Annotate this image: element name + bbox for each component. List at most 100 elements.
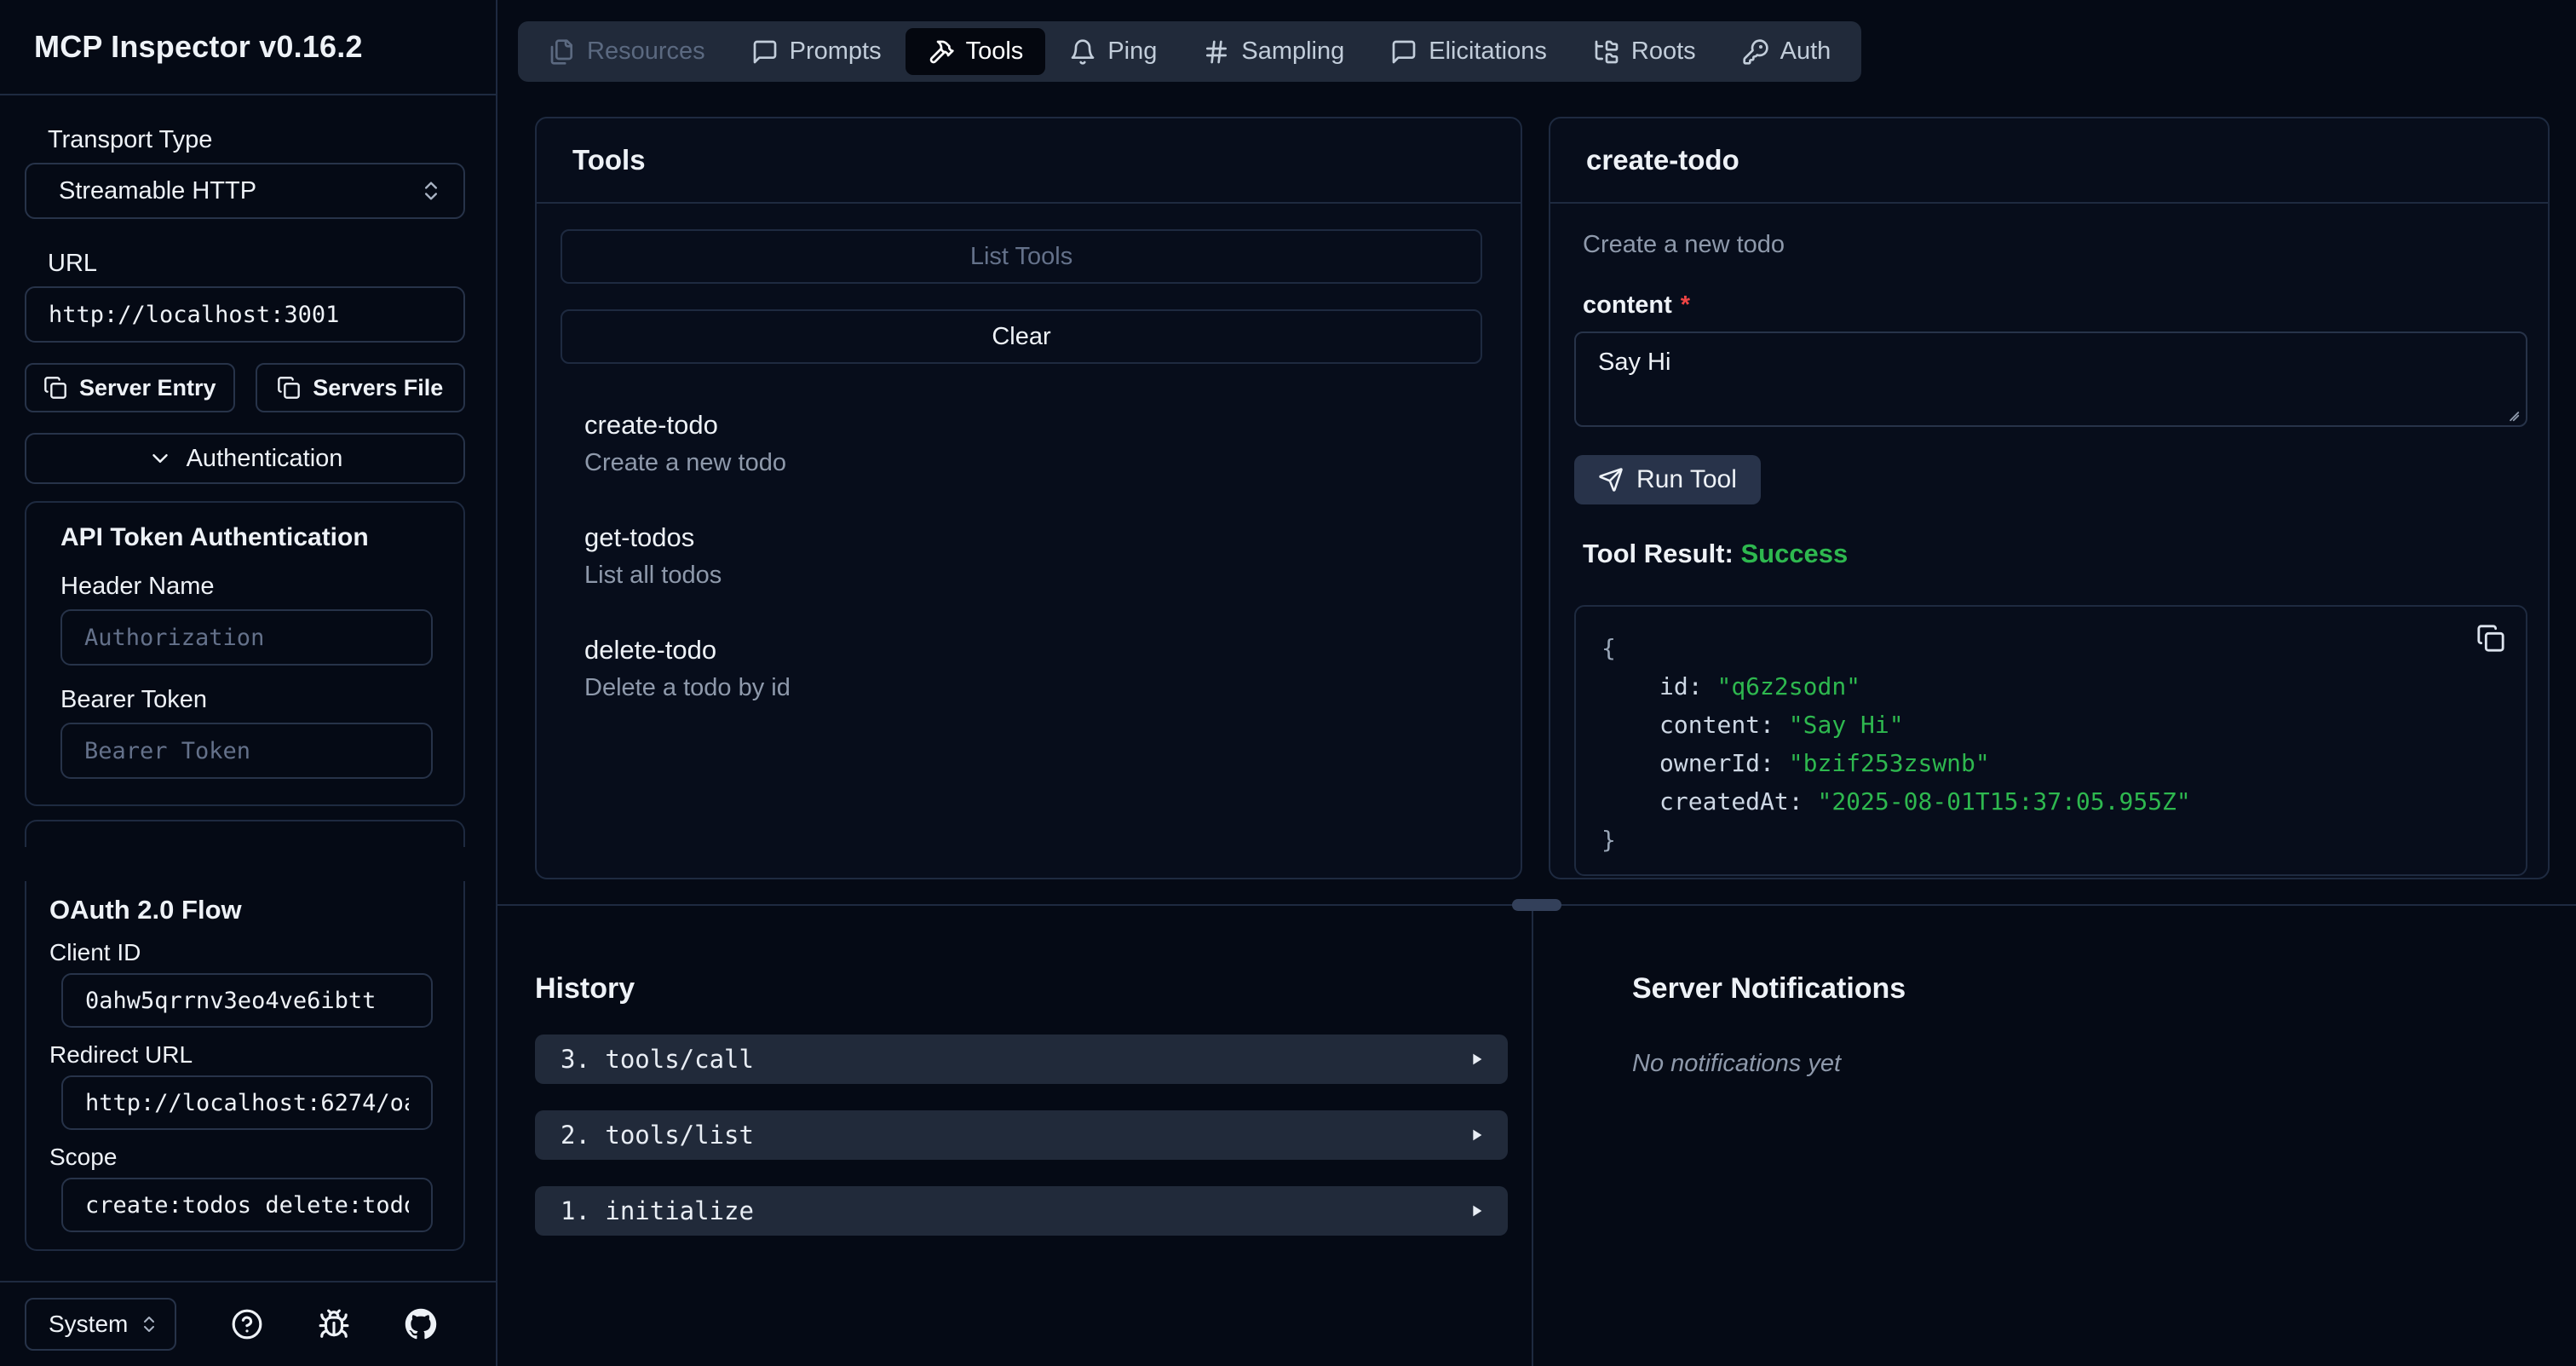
transport-type-select[interactable]: Streamable HTTP	[25, 163, 465, 219]
help-circle-icon	[231, 1308, 263, 1340]
sidebar-scroll-area[interactable]: Transport Type Streamable HTTP URL Serve…	[0, 95, 496, 1281]
url-label: URL	[48, 250, 465, 278]
expand-triangle-icon	[1467, 1126, 1486, 1144]
tab-ping[interactable]: Ping	[1047, 28, 1179, 75]
content-field-label: content	[1583, 291, 1672, 319]
authentication-toggle[interactable]: Authentication	[25, 433, 465, 484]
hash-icon	[1203, 38, 1230, 66]
history-title: History	[535, 972, 1508, 1006]
chevrons-up-down-icon	[139, 1314, 159, 1334]
scope-label: Scope	[49, 1144, 433, 1171]
oauth-flow-title: OAuth 2.0 Flow	[49, 895, 433, 925]
tool-run-header: create-todo	[1550, 118, 2548, 204]
tool-description: Create a new todo	[584, 447, 1482, 478]
required-asterisk: *	[1681, 291, 1690, 319]
redirect-url-input[interactable]	[61, 1075, 433, 1130]
help-button[interactable]	[231, 1308, 263, 1340]
clipped-card-top	[25, 820, 465, 847]
tab-elicitations[interactable]: Elicitations	[1368, 28, 1569, 75]
copy-icon	[277, 376, 301, 400]
resize-handle-icon[interactable]	[2502, 404, 2521, 423]
json-line: content: "Say Hi"	[1601, 706, 2500, 744]
sidebar-footer: System	[0, 1281, 496, 1366]
expand-triangle-icon	[1467, 1050, 1486, 1069]
content-textarea[interactable]: Say Hi	[1574, 331, 2527, 427]
transport-type-label: Transport Type	[48, 126, 465, 154]
server-buttons-row: Server Entry Servers File	[25, 363, 465, 412]
json-key: ownerId:	[1601, 749, 1789, 777]
sidebar-header: MCP Inspector v0.16.2	[0, 0, 496, 95]
tab-label: Tools	[966, 37, 1024, 66]
history-row-label: 1. initialize	[561, 1196, 1467, 1225]
top-panes: Tools List Tools Clear create-todo Creat…	[535, 117, 2550, 879]
result-json-block: { id: "q6z2sodn" content: "Say Hi" owner…	[1574, 605, 2527, 876]
url-input[interactable]	[25, 286, 465, 343]
tool-name: create-todo	[584, 408, 1482, 442]
bearer-token-input[interactable]	[60, 723, 433, 779]
tool-list-item[interactable]: create-todo Create a new todo	[584, 408, 1482, 478]
tab-auth[interactable]: Auth	[1720, 28, 1854, 75]
history-row[interactable]: 1. initialize	[535, 1186, 1508, 1236]
content-field-label-row: content *	[1583, 291, 2527, 320]
tool-list: create-todo Create a new todo get-todos …	[561, 408, 1482, 703]
chevron-down-icon	[147, 446, 173, 471]
json-brace: {	[1601, 634, 1616, 662]
json-line: createdAt: "2025-08-01T15:37:05.955Z"	[1601, 782, 2500, 821]
github-button[interactable]	[405, 1308, 437, 1340]
message-square-icon	[1390, 38, 1417, 66]
json-key: content:	[1601, 711, 1789, 739]
tool-list-item[interactable]: get-todos List all todos	[584, 521, 1482, 591]
servers-file-button[interactable]: Servers File	[256, 363, 466, 412]
history-list: 3. tools/call 2. tools/list 1. initializ…	[535, 1035, 1508, 1236]
list-tools-button[interactable]: List Tools	[561, 229, 1482, 284]
notifications-empty-text: No notifications yet	[1632, 1050, 2576, 1078]
tools-panel-header: Tools	[537, 118, 1521, 204]
scope-input[interactable]	[61, 1178, 433, 1232]
app-title: MCP Inspector v0.16.2	[34, 29, 363, 65]
tab-roots[interactable]: Roots	[1571, 28, 1718, 75]
json-line: {	[1601, 629, 2500, 667]
header-name-input[interactable]	[60, 609, 433, 666]
tool-list-item[interactable]: delete-todo Delete a todo by id	[584, 633, 1482, 703]
pane-resize-handle[interactable]	[1512, 899, 1561, 911]
key-icon	[1742, 38, 1769, 66]
json-value: "Say Hi"	[1789, 711, 1904, 739]
sidebar: MCP Inspector v0.16.2 Transport Type Str…	[0, 0, 497, 1366]
tab-label: Sampling	[1241, 37, 1344, 66]
tool-result-status: Success	[1740, 539, 1848, 568]
json-key: createdAt:	[1601, 787, 1817, 816]
tab-resources[interactable]: Resources	[526, 28, 727, 75]
history-panel: History 3. tools/call 2. tools/list 1. i…	[497, 906, 1533, 1366]
tab-label: Auth	[1780, 37, 1831, 66]
api-token-auth-title: API Token Authentication	[60, 523, 433, 552]
tab-prompts[interactable]: Prompts	[729, 28, 904, 75]
json-value: "bzif253zswnb"	[1789, 749, 1990, 777]
history-row[interactable]: 3. tools/call	[535, 1035, 1508, 1084]
tool-run-description: Create a new todo	[1583, 231, 2527, 259]
chevrons-up-down-icon	[419, 179, 443, 203]
json-value: "q6z2sodn"	[1716, 672, 1860, 700]
files-icon	[549, 38, 576, 66]
tab-tools[interactable]: Tools	[906, 28, 1046, 75]
tool-description: Delete a todo by id	[584, 672, 1482, 703]
tab-sampling[interactable]: Sampling	[1181, 28, 1366, 75]
theme-select[interactable]: System	[25, 1298, 176, 1351]
transport-type-value: Streamable HTTP	[59, 177, 419, 205]
bottom-panes: History 3. tools/call 2. tools/list 1. i…	[497, 906, 2576, 1366]
client-id-input[interactable]	[61, 973, 433, 1028]
history-row[interactable]: 2. tools/list	[535, 1110, 1508, 1160]
bug-report-button[interactable]	[318, 1308, 350, 1340]
tool-result-label: Tool Result:	[1583, 539, 1734, 568]
run-tool-label: Run Tool	[1636, 465, 1737, 494]
json-line: }	[1601, 821, 2500, 859]
tab-label: Roots	[1631, 37, 1696, 66]
run-tool-button[interactable]: Run Tool	[1574, 455, 1761, 504]
bell-icon	[1069, 38, 1096, 66]
json-value: "2025-08-01T15:37:05.955Z"	[1817, 787, 2190, 816]
clear-tools-button[interactable]: Clear	[561, 309, 1482, 364]
copy-result-button[interactable]	[2476, 624, 2505, 653]
tools-panel-body: List Tools Clear create-todo Create a ne…	[537, 204, 1521, 746]
tools-panel: Tools List Tools Clear create-todo Creat…	[535, 117, 1522, 879]
authentication-toggle-label: Authentication	[187, 445, 343, 473]
server-entry-button[interactable]: Server Entry	[25, 363, 235, 412]
